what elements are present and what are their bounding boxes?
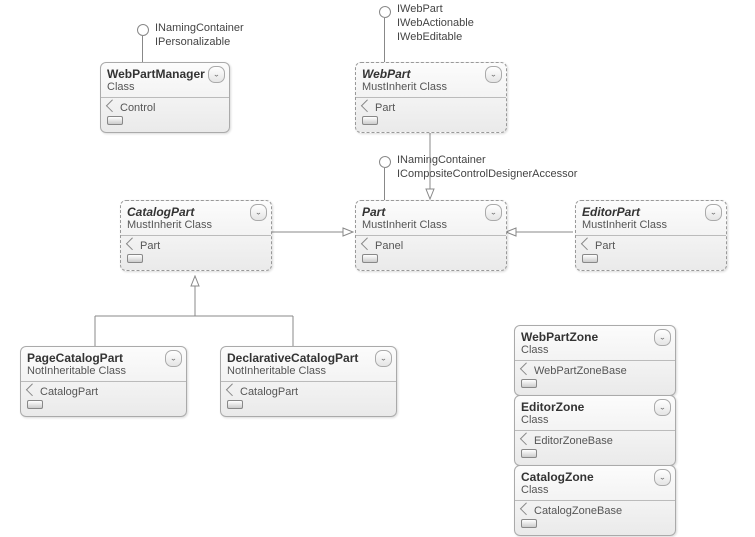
class-kind: Class bbox=[107, 81, 223, 93]
chevron-icon: ⌄ bbox=[255, 209, 263, 216]
class-name: DeclarativeCatalogPart bbox=[227, 351, 390, 365]
collapse-button[interactable]: ⌄ bbox=[485, 66, 502, 83]
class-name: PageCatalogPart bbox=[27, 351, 180, 365]
interface-label: IWebPart bbox=[397, 3, 443, 15]
base-class: Control bbox=[107, 102, 223, 114]
members-icon bbox=[107, 116, 123, 125]
collapse-button[interactable]: ⌄ bbox=[654, 469, 671, 486]
class-name: CatalogZone bbox=[521, 470, 669, 484]
members-icon bbox=[27, 400, 43, 409]
members-icon bbox=[521, 379, 537, 388]
base-class: EditorZoneBase bbox=[521, 435, 669, 447]
members-icon bbox=[582, 254, 598, 263]
class-kind: Class bbox=[521, 344, 669, 356]
class-part[interactable]: Part MustInherit Class ⌄ Panel bbox=[355, 200, 507, 271]
collapse-button[interactable]: ⌄ bbox=[250, 204, 267, 221]
members-icon bbox=[521, 519, 537, 528]
collapse-button[interactable]: ⌄ bbox=[165, 350, 182, 367]
class-diagram: INamingContainer IPersonalizable IWebPar… bbox=[0, 0, 755, 537]
base-class: CatalogPart bbox=[27, 386, 180, 398]
class-webpart[interactable]: WebPart MustInherit Class ⌄ Part bbox=[355, 62, 507, 133]
collapse-button[interactable]: ⌄ bbox=[654, 329, 671, 346]
chevron-icon: ⌄ bbox=[659, 404, 667, 411]
base-class: CatalogZoneBase bbox=[521, 505, 669, 517]
interface-stick bbox=[384, 168, 385, 202]
chevron-icon: ⌄ bbox=[659, 334, 667, 341]
interface-label: ICompositeControlDesignerAccessor bbox=[397, 168, 577, 180]
base-class: Part bbox=[582, 240, 720, 252]
base-class: WebPartZoneBase bbox=[521, 365, 669, 377]
collapse-button[interactable]: ⌄ bbox=[654, 399, 671, 416]
class-kind: Class bbox=[521, 484, 669, 496]
interface-label: INamingContainer bbox=[397, 154, 486, 166]
class-pagecatalogpart[interactable]: PageCatalogPart NotInheritable Class ⌄ C… bbox=[20, 346, 187, 417]
members-icon bbox=[521, 449, 537, 458]
interface-stick bbox=[384, 18, 385, 62]
class-editorpart[interactable]: EditorPart MustInherit Class ⌄ Part bbox=[575, 200, 727, 271]
chevron-icon: ⌄ bbox=[490, 71, 498, 78]
collapse-button[interactable]: ⌄ bbox=[705, 204, 722, 221]
class-catalogpart[interactable]: CatalogPart MustInherit Class ⌄ Part bbox=[120, 200, 272, 271]
class-webpartmanager[interactable]: WebPartManager Class ⌄ Control bbox=[100, 62, 230, 133]
class-kind: NotInheritable Class bbox=[27, 365, 180, 377]
base-class: Panel bbox=[362, 240, 500, 252]
base-class: CatalogPart bbox=[227, 386, 390, 398]
base-class: Part bbox=[127, 240, 265, 252]
members-icon bbox=[362, 254, 378, 263]
interface-stick bbox=[142, 36, 143, 62]
class-declarativecatalogpart[interactable]: DeclarativeCatalogPart NotInheritable Cl… bbox=[220, 346, 397, 417]
chevron-icon: ⌄ bbox=[659, 474, 667, 481]
class-name: WebPart bbox=[362, 67, 500, 81]
class-name: Part bbox=[362, 205, 500, 219]
interface-label: IWebActionable bbox=[397, 17, 474, 29]
class-kind: MustInherit Class bbox=[582, 219, 720, 231]
interface-label: IPersonalizable bbox=[155, 36, 230, 48]
members-icon bbox=[362, 116, 378, 125]
interface-label: INamingContainer bbox=[155, 22, 244, 34]
class-kind: NotInheritable Class bbox=[227, 365, 390, 377]
chevron-icon: ⌄ bbox=[710, 209, 718, 216]
interface-lollipop bbox=[379, 156, 391, 168]
class-kind: Class bbox=[521, 414, 669, 426]
class-name: WebPartManager bbox=[107, 67, 223, 81]
members-icon bbox=[127, 254, 143, 263]
class-webpartzone[interactable]: WebPartZone Class ⌄ WebPartZoneBase bbox=[514, 325, 676, 396]
interface-lollipop bbox=[379, 6, 391, 18]
chevron-icon: ⌄ bbox=[170, 355, 178, 362]
chevron-icon: ⌄ bbox=[213, 71, 221, 78]
base-class: Part bbox=[362, 102, 500, 114]
class-name: WebPartZone bbox=[521, 330, 669, 344]
class-kind: MustInherit Class bbox=[127, 219, 265, 231]
class-name: EditorPart bbox=[582, 205, 720, 219]
class-kind: MustInherit Class bbox=[362, 219, 500, 231]
class-kind: MustInherit Class bbox=[362, 81, 500, 93]
interface-lollipop bbox=[137, 24, 149, 36]
class-catalogzone[interactable]: CatalogZone Class ⌄ CatalogZoneBase bbox=[514, 465, 676, 536]
class-name: CatalogPart bbox=[127, 205, 265, 219]
collapse-button[interactable]: ⌄ bbox=[208, 66, 225, 83]
members-icon bbox=[227, 400, 243, 409]
chevron-icon: ⌄ bbox=[490, 209, 498, 216]
chevron-icon: ⌄ bbox=[380, 355, 388, 362]
collapse-button[interactable]: ⌄ bbox=[485, 204, 502, 221]
interface-label: IWebEditable bbox=[397, 31, 462, 43]
class-name: EditorZone bbox=[521, 400, 669, 414]
class-editorzone[interactable]: EditorZone Class ⌄ EditorZoneBase bbox=[514, 395, 676, 466]
collapse-button[interactable]: ⌄ bbox=[375, 350, 392, 367]
